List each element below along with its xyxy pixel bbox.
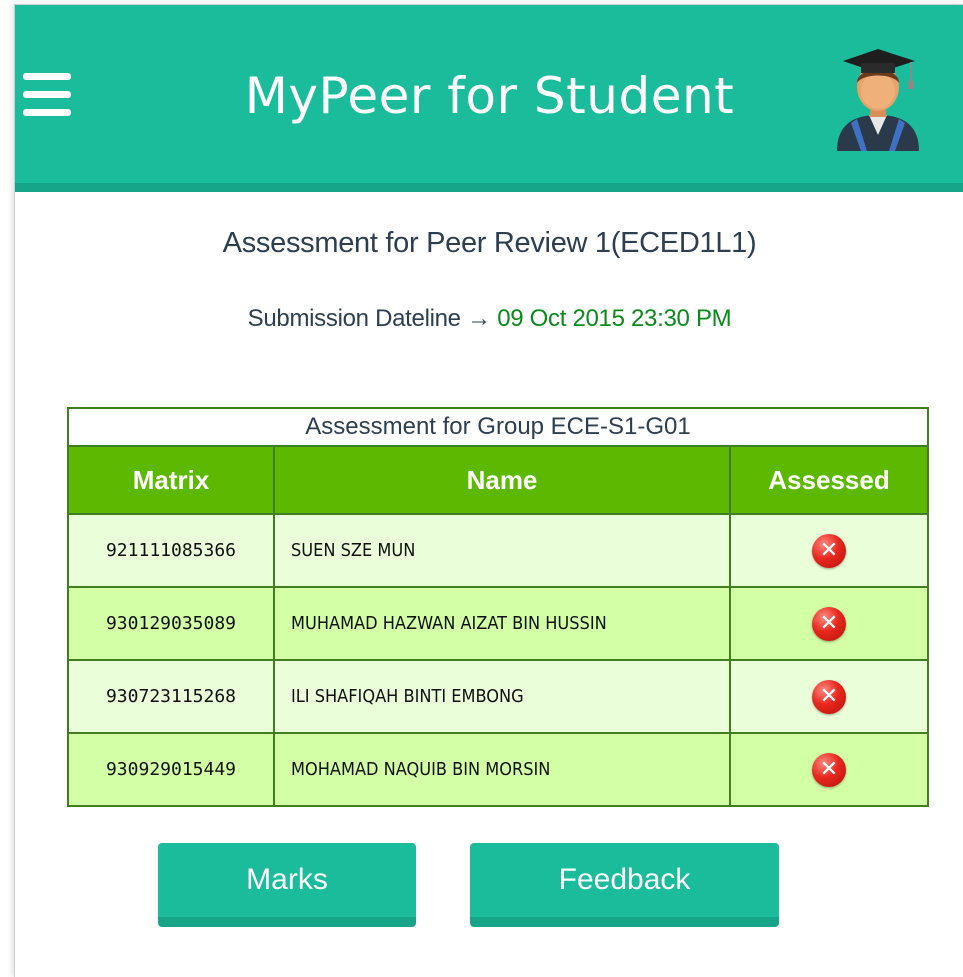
app-title: MyPeer for Student [244, 67, 735, 125]
table-row[interactable]: 930929015449 MOHAMAD NAQUIB BIN MORSIN ✕ [67, 732, 929, 807]
deadline-arrow: → [467, 305, 491, 332]
table-caption: Assessment for Group ECE-S1-G01 [67, 407, 929, 445]
assessment-heading: Assessment for Peer Review 1(ECED1L1) [222, 227, 757, 259]
table-row[interactable]: 930723115268 ILI SHAFIQAH BINTI EMBONG ✕ [67, 659, 929, 734]
student-name-cell[interactable]: ILI SHAFIQAH BINTI EMBONG [273, 659, 731, 734]
feedback-button[interactable]: Feedback [470, 843, 779, 927]
matrix-cell: 930723115268 [67, 659, 275, 734]
graduate-avatar-icon[interactable] [823, 43, 933, 153]
assessed-cell: ✕ [729, 513, 929, 588]
column-header-assessed: Assessed [729, 445, 929, 515]
deadline-date: 09 Oct 2015 23:30 PM [497, 305, 732, 332]
column-header-name: Name [273, 445, 731, 515]
matrix-cell: 921111085366 [67, 513, 275, 588]
table-row[interactable]: 930129035089 MUHAMAD HAZWAN AIZAT BIN HU… [67, 586, 929, 661]
table-row[interactable]: 921111085366 SUEN SZE MUN ✕ [67, 513, 929, 588]
column-header-matrix: Matrix [67, 445, 275, 515]
student-name-cell[interactable]: SUEN SZE MUN [273, 513, 731, 588]
assessed-cell: ✕ [729, 659, 929, 734]
not-assessed-icon[interactable]: ✕ [812, 533, 846, 568]
marks-button[interactable]: Marks [158, 843, 416, 927]
submission-deadline: Submission Dateline → 09 Oct 2015 23:30 … [15, 305, 963, 333]
top-app-bar: MyPeer for Student [15, 5, 963, 192]
not-assessed-icon[interactable]: ✕ [812, 752, 846, 787]
matrix-cell: 930929015449 [67, 732, 275, 807]
group-members-table: Assessment for Group ECE-S1-G01 Matrix N… [67, 407, 929, 807]
assessed-cell: ✕ [729, 732, 929, 807]
student-name-cell[interactable]: MOHAMAD NAQUIB BIN MORSIN [273, 732, 731, 807]
student-name-cell[interactable]: MUHAMAD HAZWAN AIZAT BIN HUSSIN [273, 586, 731, 661]
not-assessed-icon[interactable]: ✕ [812, 679, 846, 714]
app-screen: MyPeer for Student Assessment for Peer R… [14, 4, 963, 977]
not-assessed-icon[interactable]: ✕ [812, 606, 846, 641]
matrix-cell: 930129035089 [67, 586, 275, 661]
deadline-label: Submission Dateline [247, 305, 461, 332]
assessed-cell: ✕ [729, 586, 929, 661]
table-header-row: Matrix Name Assessed [67, 445, 929, 515]
